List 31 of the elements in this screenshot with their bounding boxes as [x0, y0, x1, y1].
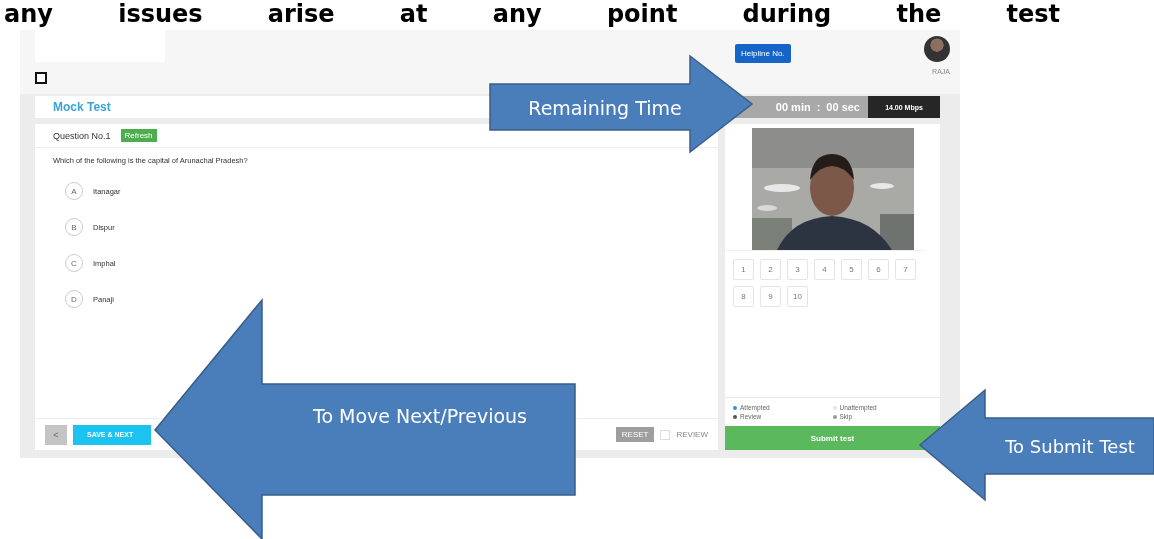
question-number: Question No.1 — [53, 130, 111, 141]
question-number-button[interactable]: 1 — [733, 259, 754, 280]
review-checkbox[interactable] — [660, 429, 671, 440]
timer-separator: : — [816, 101, 821, 113]
refresh-badge[interactable]: Refresh — [120, 129, 157, 142]
avatar-icon[interactable] — [924, 36, 950, 62]
question-number-button[interactable]: 9 — [760, 286, 781, 307]
callout-label: Remaining Time — [528, 97, 682, 119]
option-letter[interactable]: C — [65, 254, 83, 272]
option-letter[interactable]: B — [65, 218, 83, 236]
option-letter[interactable]: A — [65, 182, 83, 200]
timer-seconds: 00 sec — [826, 101, 860, 113]
reset-button[interactable]: RESET — [615, 427, 655, 442]
timer-minutes: 00 min — [775, 101, 811, 113]
question-number-button[interactable]: 5 — [841, 259, 862, 280]
checkbox[interactable] — [35, 72, 47, 84]
question-number-button[interactable]: 4 — [814, 259, 835, 280]
test-title: Mock Test — [53, 100, 111, 114]
callout-label: To Move Next/Previous — [313, 405, 527, 427]
question-number-button[interactable]: 10 — [787, 286, 808, 307]
option-letter[interactable]: D — [65, 290, 83, 308]
question-number-button[interactable]: 3 — [787, 259, 808, 280]
previous-button[interactable]: < — [45, 424, 67, 445]
question-number-button[interactable]: 6 — [868, 259, 889, 280]
heading-text: any issues arise at any point during the test — [3, 0, 1060, 28]
callout-label: To Submit Test — [1005, 436, 1135, 457]
review-label: REVIEW — [676, 430, 708, 439]
question-number-button[interactable]: 8 — [733, 286, 754, 307]
helpline-button[interactable]: Helpline No. — [735, 44, 791, 63]
question-number-button[interactable]: 7 — [895, 259, 916, 280]
question-number-button[interactable]: 2 — [760, 259, 781, 280]
